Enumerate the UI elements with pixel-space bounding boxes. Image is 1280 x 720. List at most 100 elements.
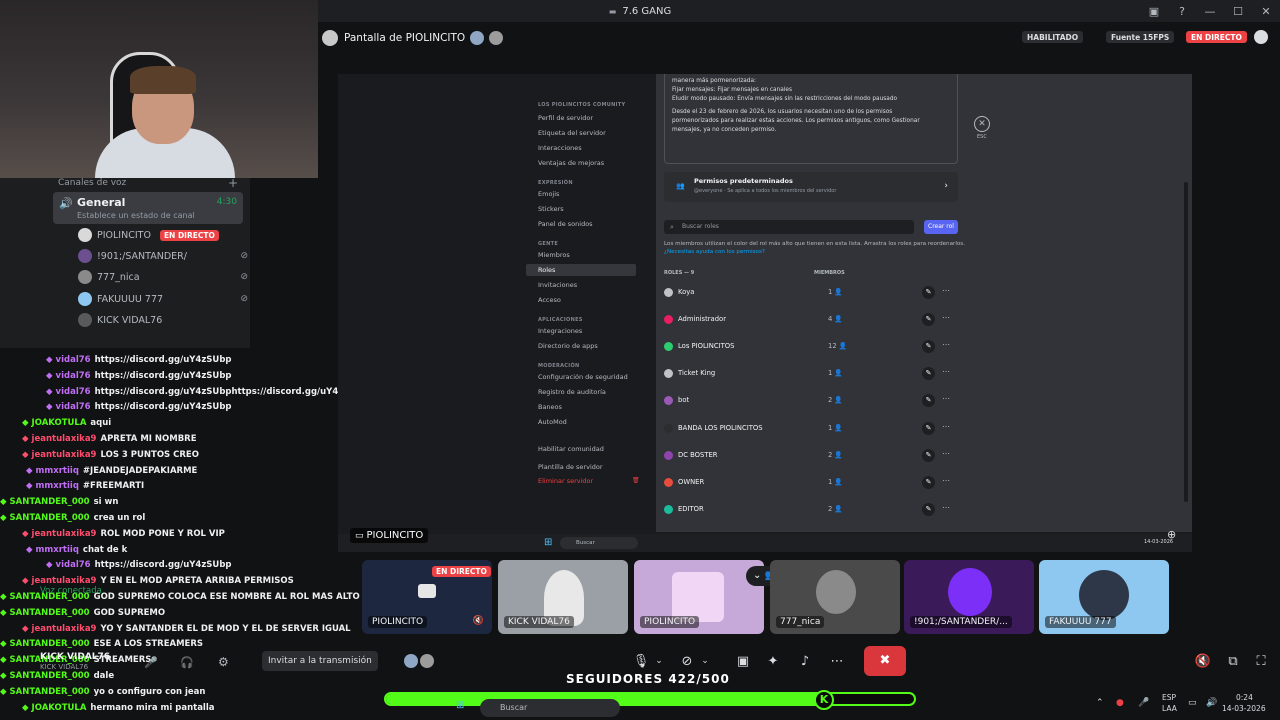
settings-gear-icon[interactable]: ⚙ <box>218 655 229 669</box>
delete-server-item[interactable]: Eliminar servidor <box>526 475 636 487</box>
chat-username[interactable]: mmxrtiiq <box>36 545 79 555</box>
stage-menu-icon[interactable] <box>1254 30 1268 44</box>
edit-role-icon[interactable]: ✎ <box>922 502 935 516</box>
sidebar-item-etiqueta-del-servidor[interactable]: Etiqueta del servidor <box>526 127 636 139</box>
sidebar-item-roles[interactable]: Roles <box>526 264 636 276</box>
chat-username[interactable]: jeantulaxika9 <box>32 434 97 444</box>
tray-time[interactable]: 0:24 <box>1236 693 1253 702</box>
help-icon[interactable]: ? <box>1168 5 1196 18</box>
permissions-help-link[interactable]: ¿Necesitas ayuda con los permisos? <box>664 248 965 256</box>
chat-username[interactable]: mmxrtiiq <box>36 466 79 476</box>
voice-member[interactable]: FAKUUUU 777 ⊘ <box>78 290 248 308</box>
chat-username[interactable]: SANTANDER_000 <box>10 513 90 523</box>
chevron-down-icon[interactable]: ⌄ <box>652 648 666 674</box>
edit-role-icon[interactable]: ✎ <box>922 367 935 381</box>
more-icon[interactable]: ⋯ <box>942 422 950 431</box>
role-row[interactable]: Administrador 4 👤 ✎ ⋯ <box>664 309 958 331</box>
sidebar-item-acceso[interactable]: Acceso <box>526 294 636 306</box>
muted-speaker-icon[interactable]: 🔇 <box>473 616 484 626</box>
network-icon[interactable]: ▭ <box>1188 698 1197 708</box>
tray-app-icon[interactable]: ● <box>1116 698 1124 708</box>
chat-username[interactable]: JOAKOTULA <box>32 418 87 428</box>
popout-icon[interactable]: ⧉ <box>1222 648 1244 674</box>
edit-role-icon[interactable]: ✎ <box>922 286 935 299</box>
activities-icon[interactable]: ✦ <box>762 648 784 674</box>
chat-username[interactable]: jeantulaxika9 <box>32 576 97 586</box>
more-icon[interactable]: ⋯ <box>942 503 950 512</box>
more-icon[interactable]: ⋯ <box>942 367 950 376</box>
sidebar-item-stickers[interactable]: Stickers <box>526 203 636 215</box>
voice-member[interactable]: 777_nica ⊘ <box>78 268 248 286</box>
role-row[interactable]: Los PIOLINCITOS 12 👤 ✎ ⋯ <box>664 336 958 358</box>
edit-role-icon[interactable]: ✎ <box>922 394 935 408</box>
sidebar-item-integraciones[interactable]: Integraciones <box>526 325 636 337</box>
tray-date[interactable]: 14-03-2026 <box>1222 704 1266 713</box>
edit-role-icon[interactable]: ✎ <box>922 340 935 354</box>
voice-channel-general[interactable]: 🔊 General 4:30 Establece un estado de ca… <box>53 192 243 224</box>
sidebar-item-panel-de-sonidos[interactable]: Panel de sonidos <box>526 218 636 230</box>
role-row[interactable]: Ticket King 1 👤 ✎ ⋯ <box>664 363 958 385</box>
participant-tile[interactable]: 777_nica <box>770 560 900 634</box>
chat-username[interactable]: JOAKOTULA <box>32 703 87 713</box>
minimize-button[interactable]: — <box>1196 5 1224 18</box>
more-icon[interactable]: ⋯ <box>942 449 950 458</box>
tray-expand-icon[interactable]: ⌃ <box>1096 698 1104 708</box>
voice-member[interactable]: !901;/SANTANDER/ ⊘ <box>78 247 248 265</box>
more-icon[interactable]: ⋯ <box>942 340 950 349</box>
tray-lang-1[interactable]: ESP <box>1162 693 1176 702</box>
soundboard-icon[interactable]: ♪ <box>794 648 816 674</box>
sidebar-item-automod[interactable]: AutoMod <box>526 416 636 428</box>
edit-role-icon[interactable]: ✎ <box>922 475 935 489</box>
participant-tile[interactable]: KICK VIDAL76 <box>498 560 628 634</box>
headphones-icon[interactable]: 🎧 <box>180 656 194 669</box>
sidebar-item-habilitar-comunidad[interactable]: Habilitar comunidad <box>526 443 636 455</box>
chat-username[interactable]: jeantulaxika9 <box>32 624 97 634</box>
more-icon[interactable]: ⋯ <box>942 394 950 403</box>
chat-username[interactable]: jeantulaxika9 <box>32 450 97 460</box>
camera-off-icon[interactable]: ⊘ <box>676 648 698 674</box>
close-settings-icon[interactable]: ✕ <box>974 116 990 132</box>
role-row[interactable]: BANDA LOS PIOLINCITOS 1 👤 ✎ ⋯ <box>664 418 958 440</box>
volume-icon[interactable]: 🔊 <box>1206 698 1217 708</box>
chat-username[interactable]: SANTANDER_000 <box>10 671 90 681</box>
sidebar-item-perfil-de-servidor[interactable]: Perfil de servidor <box>526 112 636 124</box>
fullscreen-icon[interactable]: ⛶ <box>1250 648 1272 674</box>
taskbar-search-box[interactable]: Buscar <box>480 699 620 717</box>
voice-channels-header[interactable]: Canales de voz <box>58 178 126 188</box>
chevron-down-icon[interactable]: ⌄ <box>698 648 712 674</box>
tray-mic-icon[interactable]: 🎤 <box>1138 698 1149 708</box>
role-row[interactable]: EDITOR 2 👤 ✎ ⋯ <box>664 499 958 521</box>
maximize-button[interactable]: ☐ <box>1224 5 1252 18</box>
chat-username[interactable]: vidal76 <box>56 560 91 570</box>
chat-username[interactable]: vidal76 <box>56 387 91 397</box>
disconnect-button[interactable]: ✖ <box>864 646 906 676</box>
tray-lang-2[interactable]: LAA <box>1162 704 1177 713</box>
voice-member[interactable]: KICK VIDAL76 <box>78 311 248 329</box>
role-row[interactable]: bot 2 👤 ✎ ⋯ <box>664 390 958 412</box>
edit-role-icon[interactable]: ✎ <box>922 448 935 462</box>
participant-tile[interactable]: PIOLINCITO <box>634 560 764 634</box>
sidebar-item-plantilla-de-servidor[interactable]: Plantilla de servidor <box>526 461 636 473</box>
add-channel-icon[interactable]: + <box>228 176 238 190</box>
participant-tile[interactable]: !901;/SANTANDER/... <box>904 560 1034 634</box>
role-row[interactable]: DC BOSTER 2 👤 ✎ ⋯ <box>664 445 958 467</box>
more-options-icon[interactable]: ⋯ <box>826 648 848 674</box>
edit-role-icon[interactable]: ✎ <box>922 313 935 327</box>
create-role-button[interactable]: Crear rol <box>924 220 958 234</box>
windows-start-icon[interactable]: ⊞ <box>456 700 464 711</box>
chat-username[interactable]: SANTANDER_000 <box>10 497 90 507</box>
chat-username[interactable]: SANTANDER_000 <box>10 608 90 618</box>
role-row[interactable]: Koya 1 👤 ✎ ⋯ <box>664 282 958 304</box>
close-button[interactable]: ✕ <box>1252 5 1280 18</box>
sidebar-item-emojis[interactable]: Emojis <box>526 188 636 200</box>
inbox-icon[interactable]: ▣ <box>1140 5 1168 18</box>
chat-username[interactable]: vidal76 <box>56 355 91 365</box>
role-row[interactable]: OWNER 1 👤 ✎ ⋯ <box>664 472 958 494</box>
settings-scrollbar[interactable] <box>1184 182 1188 502</box>
chat-username[interactable]: vidal76 <box>56 402 91 412</box>
more-icon[interactable]: ⋯ <box>942 476 950 485</box>
mic-icon[interactable]: 🎤 <box>144 656 158 669</box>
more-icon[interactable]: ⋯ <box>942 313 950 322</box>
edit-role-icon[interactable]: ✎ <box>922 421 935 435</box>
sidebar-item-configuraci-n-de-seguridad[interactable]: Configuración de seguridad <box>526 371 636 383</box>
